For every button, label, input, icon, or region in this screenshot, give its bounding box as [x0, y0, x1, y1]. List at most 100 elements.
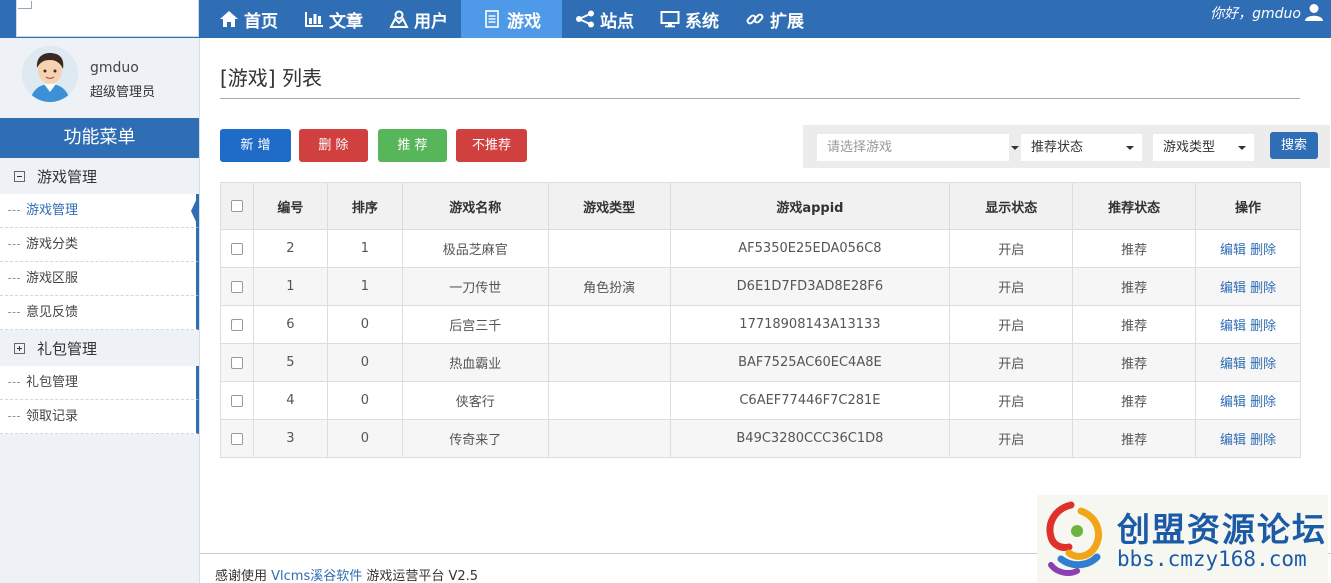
edit-link[interactable]: 编辑	[1220, 243, 1246, 258]
nav-users-label: 用户	[414, 11, 448, 32]
col-recommend-status[interactable]: 推荐状态	[1072, 182, 1197, 230]
footer-vendor-link[interactable]: Vlcms溪谷软件	[271, 569, 362, 583]
sidebar-item-gift-management[interactable]: 礼包管理	[0, 366, 199, 400]
nav-articles[interactable]: 文章	[291, 0, 376, 38]
sidebar-item-game-category[interactable]: 游戏分类	[0, 228, 199, 262]
user-profile-icon[interactable]	[1305, 3, 1323, 21]
nav-home[interactable]: 首页	[206, 0, 291, 38]
cell-appid: 17718908143A13133	[669, 305, 951, 344]
delete-link[interactable]: 删除	[1250, 395, 1276, 410]
menu-group-game-management[interactable]: 游戏管理	[0, 158, 199, 194]
col-show-status[interactable]: 显示状态	[949, 182, 1074, 230]
nav-games-label: 游戏	[507, 11, 541, 32]
col-name[interactable]: 游戏名称	[401, 182, 549, 230]
user-greeting[interactable]: 你好，gmduo	[1210, 0, 1301, 28]
delete-link[interactable]: 删除	[1250, 243, 1276, 258]
col-actions: 操作	[1195, 182, 1301, 230]
nav-users[interactable]: 用户	[376, 0, 461, 38]
row-checkbox[interactable]	[230, 242, 243, 255]
delete-link[interactable]: 删除	[1250, 319, 1276, 334]
game-type-select[interactable]: 游戏类型	[1153, 134, 1254, 161]
row-checkbox[interactable]	[230, 356, 243, 369]
sidebar-item-claim-records[interactable]: 领取记录	[0, 400, 199, 434]
table-row: 5 0 热血霸业 BAF7525AC60EC4A8E 开启 推荐 编辑 删除	[220, 343, 1301, 382]
cell-actions: 编辑 删除	[1195, 229, 1301, 268]
page-title: [游戏] 列表	[220, 66, 322, 90]
delete-button[interactable]: 删 除	[299, 129, 368, 162]
row-checkbox[interactable]	[230, 394, 243, 407]
cell-id: 4	[252, 381, 328, 420]
cell-appid: AF5350E25EDA056C8	[669, 229, 951, 268]
bar-chart-icon	[304, 10, 324, 28]
row-select-cell	[220, 305, 254, 344]
edit-link[interactable]: 编辑	[1220, 395, 1246, 410]
cell-sort: 1	[326, 267, 403, 306]
col-appid[interactable]: 游戏appid	[669, 182, 951, 230]
sidebar-item-label: 领取记录	[26, 409, 79, 424]
cell-sort: 0	[326, 305, 403, 344]
row-checkbox[interactable]	[230, 280, 243, 293]
top-navbar: 首页 文章 用户 游戏 站点 系统 扩展 你好，gmduo	[0, 0, 1331, 38]
add-button[interactable]: 新 增	[220, 129, 291, 162]
edit-link[interactable]: 编辑	[1220, 281, 1246, 296]
cell-id: 6	[252, 305, 328, 344]
edit-link[interactable]: 编辑	[1220, 357, 1246, 372]
cell-show-status: 开启	[949, 343, 1074, 382]
logo[interactable]	[16, 0, 199, 37]
cell-actions: 编辑 删除	[1195, 381, 1301, 420]
watermark: 创盟资源论坛 bbs.cmzy168.com	[1037, 495, 1328, 583]
user-profile: gmduo 超级管理员	[0, 38, 199, 118]
delete-link[interactable]: 删除	[1250, 357, 1276, 372]
edit-link[interactable]: 编辑	[1220, 433, 1246, 448]
main-nav: 首页 文章 用户 游戏 站点 系统 扩展	[206, 0, 817, 38]
recommend-status-value: 推荐状态	[1031, 140, 1084, 155]
select-all-cell	[220, 182, 254, 230]
cell-type	[547, 343, 671, 382]
chevron-down-icon	[1126, 146, 1134, 150]
unrecommend-button[interactable]: 不推荐	[456, 129, 527, 162]
profile-username: gmduo	[90, 60, 139, 76]
cell-actions: 编辑 删除	[1195, 305, 1301, 344]
recommend-button[interactable]: 推 荐	[378, 129, 447, 162]
cell-recommend-status: 推荐	[1072, 229, 1197, 268]
recommend-status-select[interactable]: 推荐状态	[1021, 134, 1142, 161]
menu-group-label: 礼包管理	[37, 339, 98, 358]
broken-image-icon	[18, 1, 32, 9]
cell-actions: 编辑 删除	[1195, 419, 1301, 458]
nav-system[interactable]: 系统	[647, 0, 732, 38]
sidebar-item-game-servers[interactable]: 游戏区服	[0, 262, 199, 296]
share-icon	[575, 10, 595, 28]
edit-link[interactable]: 编辑	[1220, 319, 1246, 334]
monitor-icon	[660, 10, 680, 28]
game-select[interactable]: 请选择游戏	[817, 134, 1019, 161]
sidebar-item-game-management[interactable]: 游戏管理	[0, 194, 199, 228]
chevron-down-icon	[1238, 146, 1246, 150]
table-row: 6 0 后宫三千 17718908143A13133 开启 推荐 编辑 删除	[220, 305, 1301, 344]
delete-link[interactable]: 删除	[1250, 433, 1276, 448]
row-checkbox[interactable]	[230, 318, 243, 331]
row-checkbox[interactable]	[230, 432, 243, 445]
col-type[interactable]: 游戏类型	[547, 182, 671, 230]
menu-group-gift-management[interactable]: 礼包管理	[0, 330, 199, 366]
select-all-checkbox[interactable]	[230, 200, 243, 212]
home-icon	[219, 10, 239, 28]
col-id[interactable]: 编号	[252, 182, 328, 230]
nav-articles-label: 文章	[329, 11, 363, 32]
nav-games[interactable]: 游戏	[461, 0, 562, 38]
cell-id: 2	[252, 229, 328, 268]
menu-group-label: 游戏管理	[37, 167, 98, 186]
search-button[interactable]: 搜索	[1270, 132, 1318, 159]
nav-sites[interactable]: 站点	[562, 0, 647, 38]
nav-extensions[interactable]: 扩展	[732, 0, 817, 38]
sidebar-item-feedback[interactable]: 意见反馈	[0, 296, 199, 330]
table-row: 1 1 一刀传世 角色扮演 D6E1D7FD3AD8E28F6 开启 推荐 编辑…	[220, 267, 1301, 306]
delete-link[interactable]: 删除	[1250, 281, 1276, 296]
cell-appid: BAF7525AC60EC4A8E	[669, 343, 951, 382]
cell-name: 热血霸业	[401, 343, 549, 382]
table-row: 4 0 侠客行 C6AEF77446F7C281E 开启 推荐 编辑 删除	[220, 381, 1301, 420]
cell-show-status: 开启	[949, 267, 1074, 306]
cell-appid: B49C3280CCC36C1D8	[669, 419, 951, 458]
col-sort[interactable]: 排序	[326, 182, 403, 230]
cell-type	[547, 381, 671, 420]
user-icon	[389, 10, 409, 28]
